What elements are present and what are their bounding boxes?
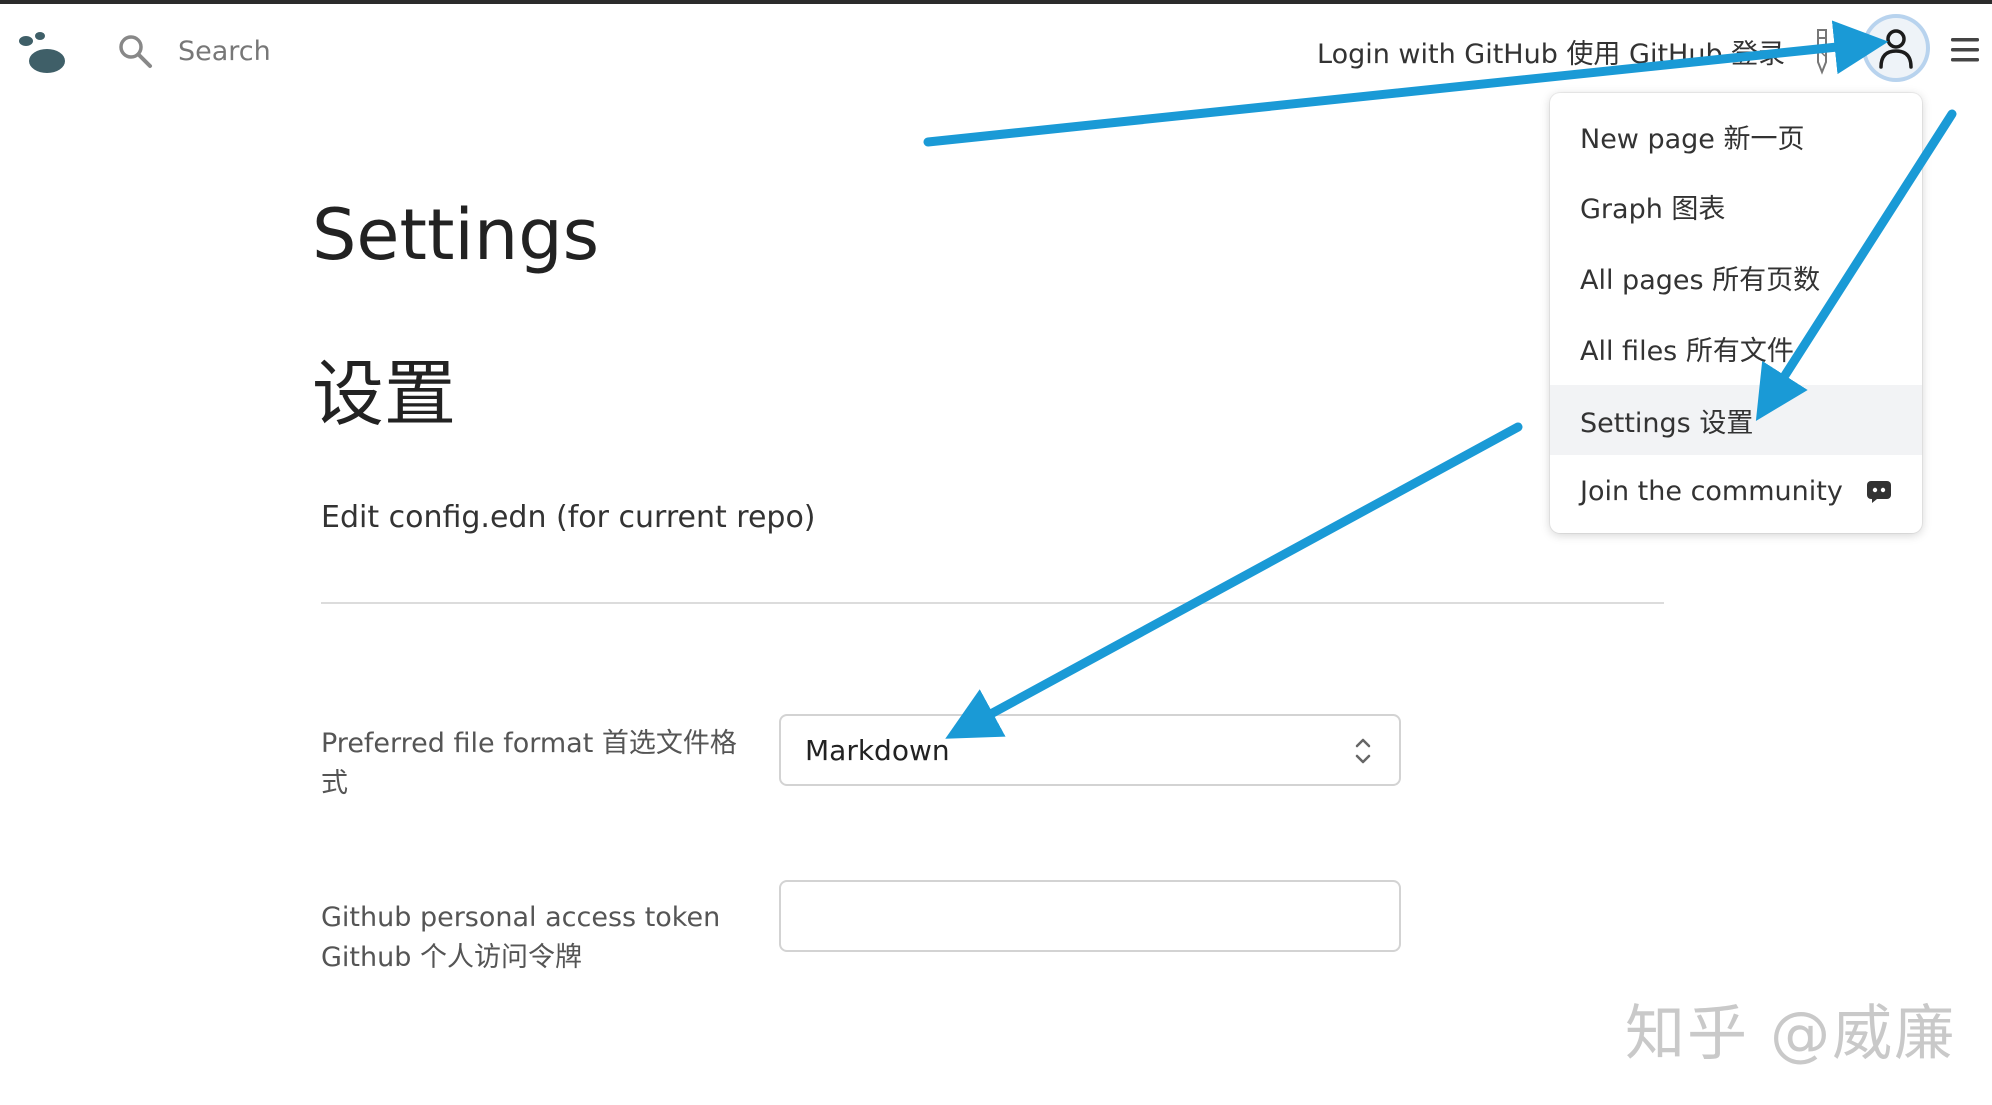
menu-item-label: Settings 设置 [1580, 407, 1754, 439]
menu-item-settings[interactable]: Settings 设置 [1550, 385, 1922, 455]
menu-item-new-page[interactable]: New page 新一页 [1550, 101, 1922, 171]
menu-item-label: Graph 图表 [1580, 193, 1726, 225]
menu-item-label: New page 新一页 [1580, 123, 1805, 155]
page-title-cn: 设置 [312, 352, 457, 436]
menu-item-label: Join the community [1580, 475, 1843, 507]
menu-item-join-community[interactable]: Join the community [1550, 456, 1922, 526]
user-avatar-button[interactable] [1866, 18, 1926, 78]
discord-icon [1867, 481, 1891, 503]
user-dropdown-menu: New page 新一页 Graph 图表 All pages 所有页数 All… [1550, 93, 1922, 533]
menu-item-all-pages[interactable]: All pages 所有页数 [1550, 242, 1922, 312]
divider [321, 602, 1664, 604]
menu-hamburger-icon[interactable] [1951, 36, 1981, 64]
watermark: 知乎 @威廉 [1625, 999, 1957, 1069]
github-token-input[interactable] [779, 880, 1401, 952]
page-title: Settings [312, 194, 600, 276]
search-placeholder: Search [178, 35, 271, 67]
github-token-label: Github personal access token Github 个人访问… [321, 902, 721, 973]
menu-item-label: All pages 所有页数 [1580, 264, 1821, 296]
search-icon [119, 35, 152, 68]
menu-item-label: All files 所有文件 [1580, 335, 1794, 367]
file-format-label: Preferred file format 首选文件格式 [321, 728, 737, 799]
arrow-to-markdown [945, 422, 1523, 739]
menu-item-all-files[interactable]: All files 所有文件 [1550, 313, 1922, 383]
search-button[interactable]: Search [116, 28, 316, 74]
top-border [0, 0, 1992, 4]
app-window: Search Login with GitHub 使用 GitHub 登录 Ne… [0, 0, 1992, 1105]
file-format-select[interactable]: Markdown [779, 714, 1401, 786]
user-icon [1879, 29, 1913, 69]
chevron-up-down-icon [1355, 738, 1371, 764]
file-format-value: Markdown [805, 733, 950, 767]
menu-item-graph[interactable]: Graph 图表 [1550, 171, 1922, 241]
pencil-icon[interactable] [1808, 26, 1836, 76]
edit-config-link[interactable]: Edit config.edn (for current repo) [321, 500, 816, 535]
logseq-logo-icon[interactable] [18, 30, 68, 76]
login-with-github-link[interactable]: Login with GitHub 使用 GitHub 登录 [1317, 32, 1785, 71]
